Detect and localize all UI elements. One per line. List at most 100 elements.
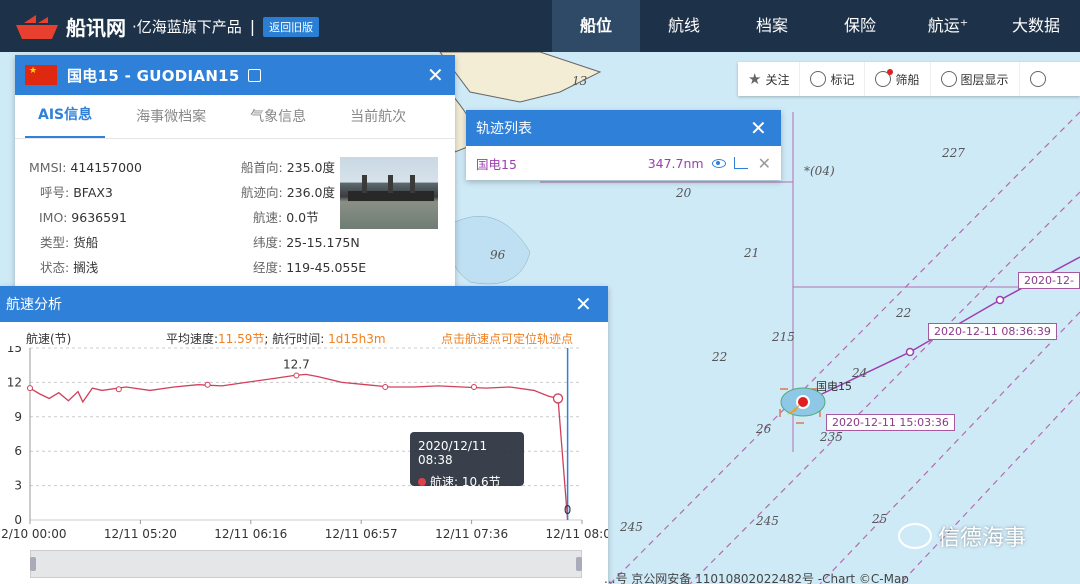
close-icon[interactable]: ✕ <box>750 118 767 138</box>
y-tick-label: 12 <box>7 375 22 389</box>
range-handle-left[interactable] <box>30 557 36 571</box>
logo-name: 船讯网 <box>66 16 126 40</box>
eye-icon[interactable] <box>711 158 726 168</box>
top-navigation-bar: 船讯网 ·亿海蓝旗下产品 | 返回旧版 船位 航线 档案 保险 航运⁺ 大数据 <box>0 0 1080 52</box>
wechat-icon <box>898 523 932 549</box>
back-to-old-version-button[interactable]: 返回旧版 <box>263 16 320 37</box>
site-logo[interactable]: 船讯网 ·亿海蓝旗下产品 | 返回旧版 <box>14 12 320 41</box>
tab-weather-info[interactable]: 气象信息 <box>237 106 319 138</box>
china-flag-icon: ★ <box>25 65 57 85</box>
layer-label: 图层显示 <box>960 72 1009 87</box>
speed-panel-header: 航速分析 ✕ <box>0 286 608 322</box>
track-time-label: 2020-12-11 15:03:36 <box>826 414 955 431</box>
x-tick-label: 12/11 05:20 <box>104 527 177 541</box>
depth-label: 227 <box>942 146 965 160</box>
edit-icon[interactable] <box>247 68 261 82</box>
field-imo: IMO: 9636591 <box>39 210 127 225</box>
filter-icon <box>875 69 894 87</box>
depth-label: 26 <box>756 422 772 436</box>
logo-subtitle: ·亿海蓝旗下产品 <box>132 18 242 36</box>
depth-label: 13 <box>572 74 588 88</box>
depth-label: *(04) <box>804 164 835 178</box>
ship-title: 国电15 - GUODIAN15 <box>67 66 240 85</box>
selected-speed-point <box>552 393 564 404</box>
tooltip-speed: 航速: 10.6节 <box>430 475 501 489</box>
map-toolbar: ★ 关注 标记 筛船 图层显示 <box>738 62 1080 96</box>
avg-speed-stat: 平均速度:11.59节; 航行时间: 1d15h3m <box>166 332 386 346</box>
more-tool-button[interactable] <box>1020 62 1056 96</box>
field-latitude: 纬度: 25-15.175N <box>253 235 360 250</box>
logo-separator: | <box>249 17 256 36</box>
depth-label: 96 <box>490 248 506 262</box>
tab-maritime-archive[interactable]: 海事微档案 <box>123 106 219 138</box>
tab-ais-info[interactable]: AIS信息 <box>25 104 106 138</box>
main-nav: 船位 航线 档案 保险 航运⁺ 大数据 <box>552 0 1080 52</box>
nav-routes[interactable]: 航线 <box>640 0 728 52</box>
nav-big-data[interactable]: 大数据 <box>992 0 1080 52</box>
track-time-label: 2020-12- <box>1018 272 1080 289</box>
depth-label: 24 <box>852 366 868 380</box>
filter-label: 筛船 <box>895 72 920 87</box>
depth-label: 215 <box>772 330 795 344</box>
speed-point <box>382 383 389 390</box>
close-icon[interactable]: ✕ <box>427 65 444 85</box>
x-tick-label: 12/11 06:57 <box>325 527 398 541</box>
filter-ships-button[interactable]: 筛船 <box>865 62 931 96</box>
tag-icon <box>810 71 827 87</box>
map-footer: ...号 京公网安备 11010802022482号 -Chart ©C-Map <box>604 572 909 584</box>
tab-current-voyage[interactable]: 当前航次 <box>337 106 419 138</box>
field-longitude: 经度: 119-45.055E <box>253 260 367 275</box>
field-course: 航迹向: 236.0度 <box>241 185 335 200</box>
more-icon <box>1029 71 1046 87</box>
field-callsign: 呼号: BFAX3 <box>40 185 113 200</box>
y-tick-label: 6 <box>14 444 22 458</box>
ship-map-label[interactable]: 国电15 <box>816 378 852 394</box>
depth-label: 245 <box>756 514 779 528</box>
nav-archive[interactable]: 档案 <box>728 0 816 52</box>
data-label: 0 <box>564 503 572 517</box>
tooltip-time: 2020/12/11 08:38 <box>418 439 488 467</box>
x-tick-label: 12/11 06:16 <box>214 527 287 541</box>
speed-point <box>293 372 300 379</box>
boat-logo-icon <box>16 14 58 39</box>
track-list-header: 轨迹列表 ✕ <box>466 110 781 146</box>
depth-label: 20 <box>676 186 692 200</box>
chart-tooltip: 2020/12/11 08:38 航速: 10.6节 <box>410 432 524 489</box>
follow-label: 关注 <box>765 72 790 87</box>
nav-ship-position[interactable]: 船位 <box>552 0 640 52</box>
watermark: 信德海事 <box>898 520 1026 552</box>
follow-button[interactable]: ★ 关注 <box>738 62 801 96</box>
track-row[interactable]: 国电15 347.7nm ✕ <box>466 146 781 180</box>
star-icon: ★ <box>748 70 762 88</box>
field-type: 类型: 货船 <box>40 235 99 250</box>
track-list-panel: 轨迹列表 ✕ 国电15 347.7nm ✕ <box>466 110 781 180</box>
close-icon[interactable]: ✕ <box>575 294 592 314</box>
remove-track-icon[interactable]: ✕ <box>758 154 771 173</box>
ship-photo[interactable] <box>340 157 438 229</box>
mark-label: 标记 <box>830 72 855 87</box>
mark-button[interactable]: 标记 <box>800 62 866 96</box>
x-tick-label: 12/10 00:00 <box>0 527 66 541</box>
y-tick-label: 15 <box>7 346 22 355</box>
line-chart-icon[interactable] <box>733 157 748 169</box>
nav-insurance[interactable]: 保险 <box>816 0 904 52</box>
x-tick-label: 12/11 07:36 <box>435 527 508 541</box>
track-list-title: 轨迹列表 <box>476 121 532 137</box>
series-dot-icon <box>418 478 426 486</box>
track-ship-name: 国电15 <box>476 156 517 172</box>
field-heading: 船首向: 235.0度 <box>241 160 335 175</box>
click-hint: 点击航速点可定位轨迹点 <box>441 332 574 346</box>
speed-point <box>471 383 477 390</box>
depth-label: 22 <box>712 350 728 364</box>
data-label: 12.7 <box>283 357 310 371</box>
ship-tabs: AIS信息 海事微档案 气象信息 当前航次 <box>15 95 455 139</box>
depth-label: 245 <box>620 520 643 534</box>
field-mmsi: MMSI: 414157000 <box>29 160 142 175</box>
speed-panel-title: 航速分析 <box>6 297 62 313</box>
layer-display-button[interactable]: 图层显示 <box>931 62 1020 96</box>
nav-shipping[interactable]: 航运⁺ <box>904 0 992 52</box>
depth-label: 235 <box>820 430 843 444</box>
speed-point <box>115 386 122 393</box>
chart-range-scrollbar[interactable] <box>30 550 582 578</box>
range-handle-right[interactable] <box>576 557 582 571</box>
